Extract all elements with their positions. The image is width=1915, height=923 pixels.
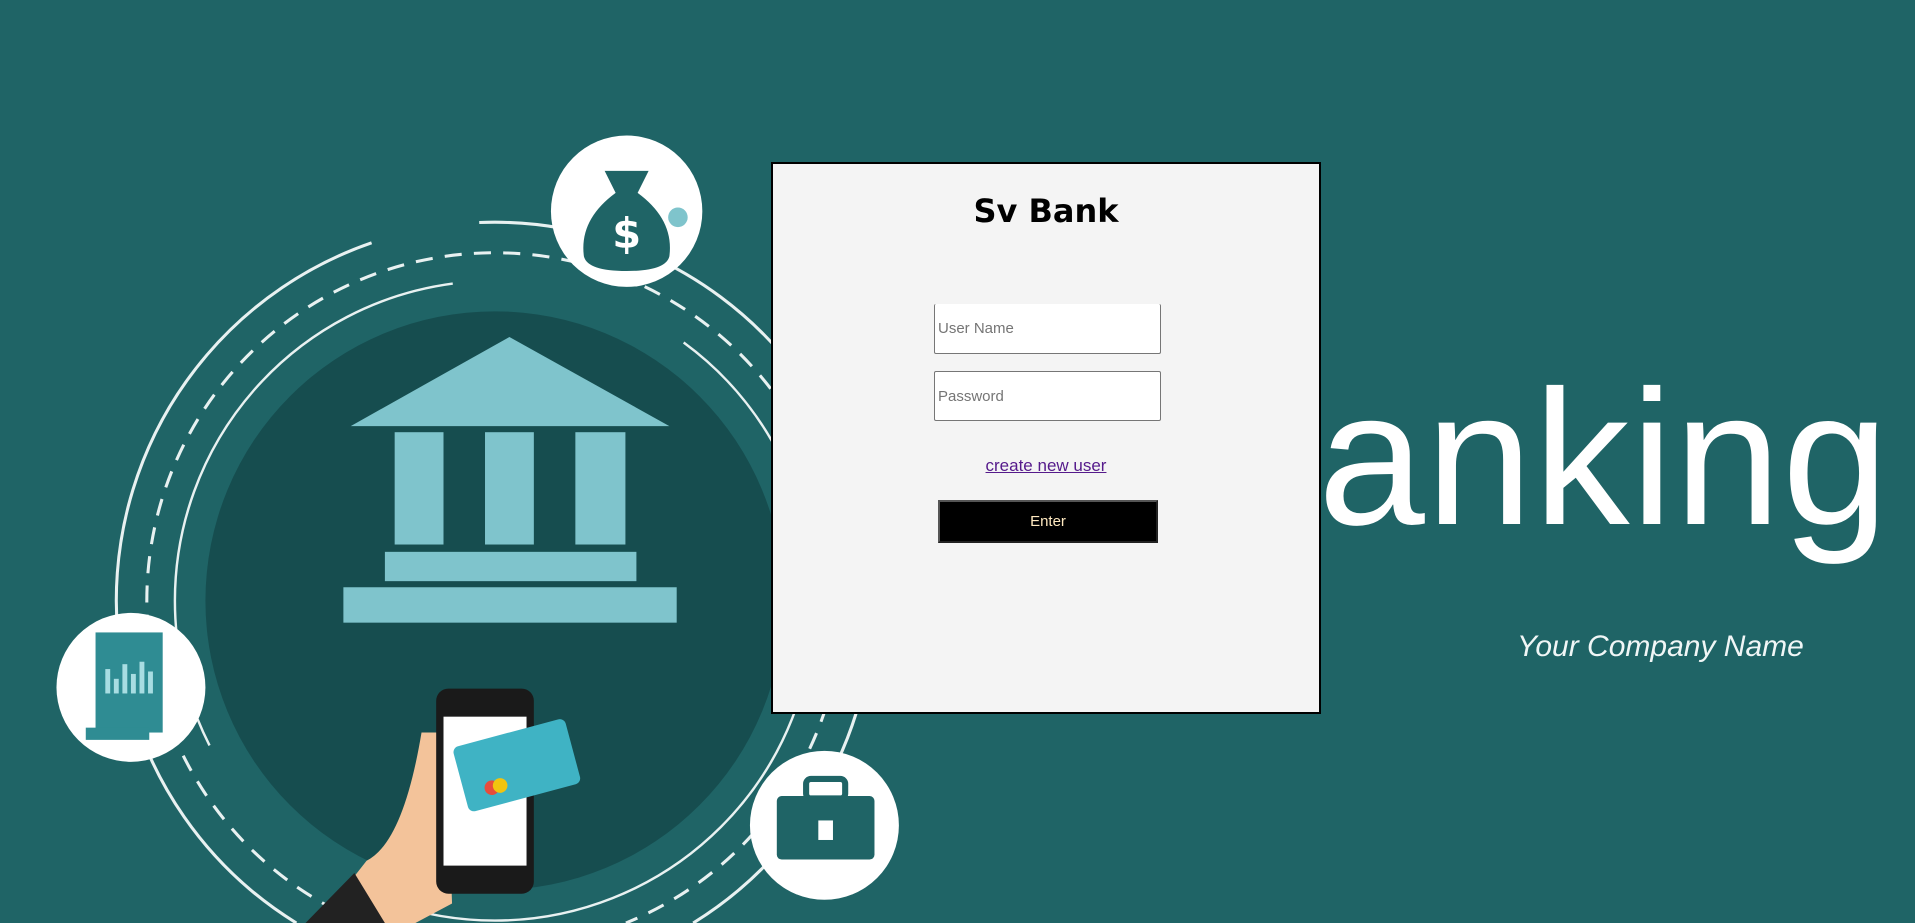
briefcase-icon bbox=[749, 750, 899, 900]
money-bag-icon: $ bbox=[550, 135, 703, 287]
password-input[interactable] bbox=[934, 371, 1161, 421]
username-input[interactable] bbox=[934, 304, 1161, 354]
hero-word: anking bbox=[1318, 350, 1890, 565]
create-new-user-link[interactable]: create new user bbox=[773, 456, 1319, 476]
login-panel: Sv Bank create new user Enter bbox=[771, 162, 1321, 714]
page-title: Sv Bank bbox=[973, 192, 1119, 230]
company-name: Your Company Name bbox=[1517, 630, 1804, 663]
enter-button[interactable]: Enter bbox=[938, 500, 1158, 543]
report-document-icon bbox=[56, 612, 206, 762]
svg-text:$: $ bbox=[612, 209, 641, 258]
